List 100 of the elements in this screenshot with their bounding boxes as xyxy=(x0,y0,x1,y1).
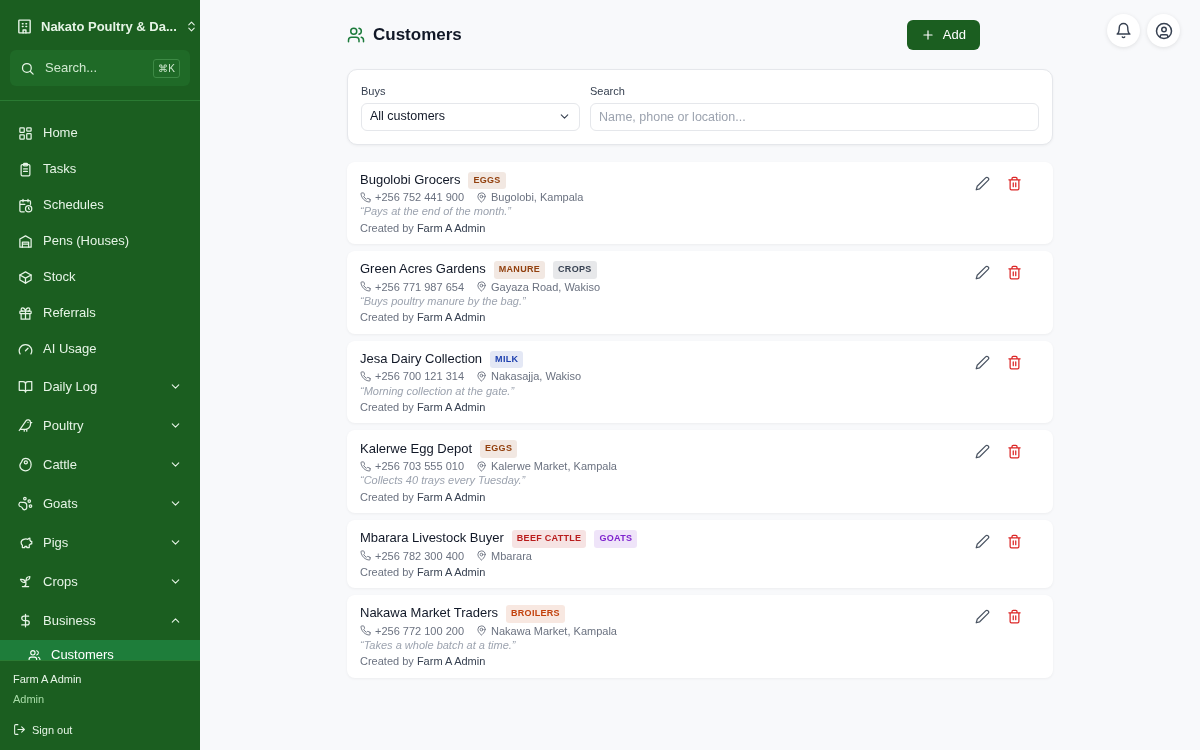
edit-button[interactable] xyxy=(975,265,991,282)
field-label: Search xyxy=(590,84,626,99)
trash-icon xyxy=(1007,265,1022,281)
created-by-text: Created by Farm A Admin xyxy=(360,654,487,669)
pencil-icon xyxy=(975,265,990,281)
shortcut-hint: ⌘K xyxy=(153,58,180,78)
delete-button[interactable] xyxy=(1007,354,1023,371)
edit-button[interactable] xyxy=(975,444,991,461)
sign-out-link[interactable]: Sign out xyxy=(13,721,187,738)
tag: BROILERS xyxy=(506,605,565,623)
nav-item[interactable]: Pens (Houses) xyxy=(0,223,200,259)
nav-item[interactable]: Stock xyxy=(0,259,200,295)
delete-button[interactable] xyxy=(1007,444,1023,461)
nav-item[interactable]: Home xyxy=(0,115,200,151)
phone-number: +256 700 121 314 xyxy=(375,369,464,384)
phone-number: +256 752 441 900 xyxy=(375,190,464,205)
plus-icon xyxy=(920,28,935,42)
nav-group[interactable]: Goats xyxy=(0,484,200,523)
nav-group[interactable]: Daily Log xyxy=(0,367,200,406)
location: Nakawa Market, Kampala xyxy=(491,623,617,639)
barn-icon xyxy=(18,233,33,249)
piggy-bank-icon xyxy=(18,535,33,550)
nav-group[interactable]: Crops xyxy=(0,562,200,601)
map-pin-icon xyxy=(476,550,487,562)
phone-number: +256 782 300 400 xyxy=(375,548,464,563)
search-input[interactable]: Search... xyxy=(43,57,143,79)
package-icon xyxy=(18,269,33,285)
users-icon xyxy=(28,648,41,660)
tag: CROPS xyxy=(553,261,597,279)
trash-icon xyxy=(1007,354,1022,370)
customer-name: Mbarara Livestock Buyer xyxy=(360,530,504,548)
delete-button[interactable] xyxy=(1007,175,1023,192)
nav-item[interactable]: Tasks xyxy=(0,151,200,187)
notifications-button[interactable] xyxy=(1107,14,1140,47)
phone-number: +256 703 555 010 xyxy=(375,458,464,474)
steak-icon xyxy=(18,457,33,472)
map-pin-icon xyxy=(476,625,487,637)
phone-icon xyxy=(360,281,371,293)
pencil-icon xyxy=(975,354,990,370)
edit-button[interactable] xyxy=(975,354,991,371)
nav-item[interactable]: Customers xyxy=(0,640,200,660)
search-field[interactable]: Search... ⌘K xyxy=(10,50,190,86)
nav-item[interactable]: Schedules xyxy=(0,187,200,223)
dollar-icon xyxy=(18,613,33,628)
gauge-icon xyxy=(18,341,33,357)
map-pin-icon xyxy=(476,371,487,382)
phone-number: +256 771 987 654 xyxy=(375,279,464,295)
map-pin-icon xyxy=(476,191,487,203)
users-icon xyxy=(347,26,365,44)
trash-icon xyxy=(1007,609,1022,625)
sign-out-icon xyxy=(13,723,26,737)
account-button[interactable] xyxy=(1147,14,1180,47)
tag: EGGS xyxy=(480,440,518,458)
customer-note: “Buys poultry manure by the bag.” xyxy=(360,294,527,309)
book-icon xyxy=(18,379,33,394)
delete-button[interactable] xyxy=(1007,609,1023,626)
search-icon xyxy=(20,60,35,76)
nav-group[interactable]: Poultry xyxy=(0,406,200,445)
buys-select[interactable]: All customers xyxy=(361,102,580,131)
nav-item[interactable]: Referrals xyxy=(0,295,200,331)
tag: EGGS xyxy=(468,171,506,190)
customer-note: “Pays at the end of the month.” xyxy=(360,204,513,219)
trash-icon xyxy=(1007,444,1022,460)
building-icon xyxy=(16,18,33,35)
created-by-text: Created by Farm A Admin xyxy=(360,310,487,325)
location: Mbarara xyxy=(491,548,532,563)
pencil-icon xyxy=(975,444,990,460)
add-button[interactable]: Add xyxy=(906,20,980,50)
grid-icon xyxy=(18,125,33,141)
location: Kalerwe Market, Kampala xyxy=(491,458,617,474)
search-field[interactable]: Name, phone or location... xyxy=(590,102,1039,131)
tag: MANURE xyxy=(493,261,546,279)
edit-button[interactable] xyxy=(975,609,991,626)
user-role: Admin xyxy=(13,692,46,707)
nav-group[interactable]: Cattle xyxy=(0,445,200,484)
bird-icon xyxy=(18,418,33,433)
workspace-switcher[interactable]: Nakato Poultry & Da... xyxy=(16,16,184,37)
workspace-name: Nakato Poultry & Da... xyxy=(41,17,177,36)
customer-note: “Takes a whole batch at a time.” xyxy=(360,638,517,653)
edit-button[interactable] xyxy=(975,533,991,550)
tag: BEEF CATTLE xyxy=(511,529,587,548)
created-by-text: Created by Farm A Admin xyxy=(360,489,487,504)
trash-icon xyxy=(1007,175,1022,191)
nav-item[interactable]: AI Usage xyxy=(0,331,200,367)
customer-name: Jesa Dairy Collection xyxy=(360,351,483,368)
created-by-text: Created by Farm A Admin xyxy=(360,564,487,580)
phone-icon xyxy=(360,625,371,637)
nav-group[interactable]: Business xyxy=(0,601,200,640)
field-label: Buys xyxy=(361,84,387,99)
created-by-text: Created by Farm A Admin xyxy=(360,399,487,415)
phone-number: +256 772 100 200 xyxy=(375,623,464,639)
phone-icon xyxy=(360,371,371,382)
customer-name: Bugolobi Grocers xyxy=(360,171,461,189)
phone-icon xyxy=(360,550,371,562)
gift-icon xyxy=(18,305,33,321)
sprout-icon xyxy=(18,574,33,589)
delete-button[interactable] xyxy=(1007,265,1023,282)
delete-button[interactable] xyxy=(1007,533,1023,550)
nav-group[interactable]: Pigs xyxy=(0,523,200,562)
edit-button[interactable] xyxy=(975,175,991,192)
